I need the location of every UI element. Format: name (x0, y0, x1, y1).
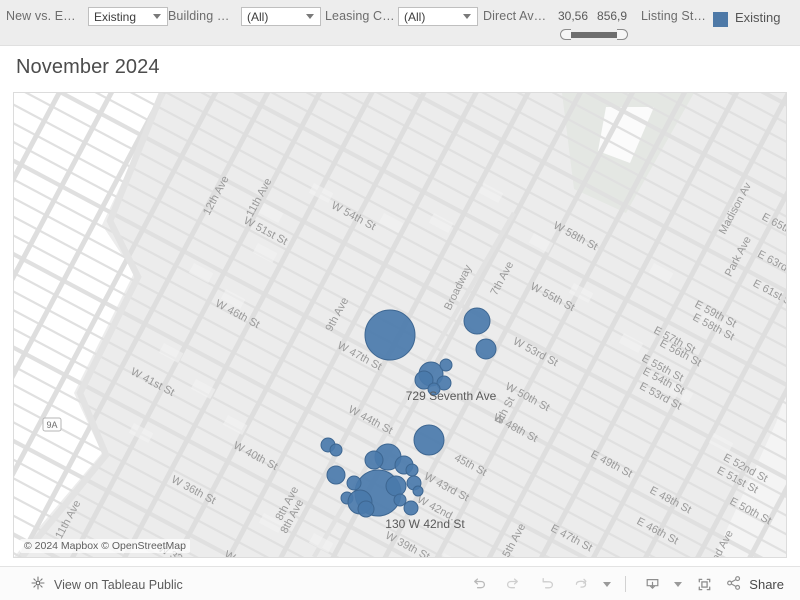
map-mark[interactable] (439, 358, 453, 372)
map-mark[interactable] (364, 309, 416, 361)
direct-available-range-control[interactable]: 30,56 856,9 (558, 0, 644, 46)
map-mark[interactable] (463, 307, 491, 335)
chevron-down-icon (674, 581, 683, 587)
map-mark[interactable] (403, 500, 419, 516)
legend-color-swatch[interactable] (713, 12, 728, 27)
filter-direct-available-label: Direct Av… (483, 9, 547, 23)
filter-building-label: Building … (168, 9, 230, 23)
map-mark[interactable] (346, 475, 362, 491)
chevron-down-icon (306, 14, 314, 19)
chevron-down-icon (603, 581, 612, 587)
direct-available-min: 30,56 (558, 9, 589, 23)
map-mark[interactable] (329, 443, 343, 457)
view-on-tableau-public-link[interactable]: View on Tableau Public (30, 575, 183, 594)
tableau-logo-icon (30, 575, 46, 594)
legend-item-existing[interactable]: Existing (735, 10, 781, 25)
download-dropdown-button[interactable] (669, 567, 687, 600)
tableau-dashboard: New vs. E… Existing Building … (All) Lea… (0, 0, 800, 600)
view-on-tableau-public-label: View on Tableau Public (54, 577, 183, 592)
undo-button[interactable] (462, 567, 496, 600)
fullscreen-icon (698, 578, 711, 590)
filter-leasing-label: Leasing C… (325, 9, 395, 23)
slider-handle-min[interactable] (560, 29, 571, 40)
slider-handle-max[interactable] (617, 29, 628, 40)
filter-new-vs-existing-dropdown[interactable]: Existing (88, 7, 168, 26)
direct-available-max: 856,9 (597, 9, 628, 23)
direct-available-range-values: 30,56 856,9 (558, 9, 627, 23)
mark-label: 729 Seventh Ave (406, 389, 497, 403)
map-mark[interactable] (364, 450, 384, 470)
redo-icon (507, 578, 519, 589)
highway-shield-9a: 9A (42, 417, 62, 432)
filter-leasing-value: (All) (404, 9, 426, 24)
chevron-down-icon (463, 14, 471, 19)
page-title: November 2024 (16, 56, 160, 78)
filter-toolbar: New vs. E… Existing Building … (All) Lea… (0, 0, 800, 46)
map-attribution: © 2024 Mapbox © OpenStreetMap (20, 539, 190, 553)
refresh-dropdown-button[interactable] (598, 567, 616, 600)
redo-button[interactable] (496, 567, 530, 600)
map-canvas[interactable]: 12th Ave 11th Ave W 54th St W 51st St W 58th… (14, 93, 786, 557)
revert-icon (542, 577, 554, 589)
undo-icon (474, 578, 486, 589)
download-button[interactable] (635, 567, 669, 600)
dashboard-title-area: November 2024 (0, 46, 800, 90)
fullscreen-button[interactable] (687, 567, 721, 600)
mark-label: 130 W 42nd St (385, 517, 465, 531)
dashboard-bottom-toolbar: View on Tableau Public Share (0, 566, 800, 600)
svg-text:9A: 9A (46, 420, 57, 430)
filter-leasing-dropdown[interactable]: (All) (398, 7, 478, 26)
filter-new-vs-existing-label: New vs. E… (6, 9, 76, 23)
map-mark[interactable] (393, 493, 407, 507)
share-label: Share (749, 576, 784, 592)
revert-button[interactable] (530, 567, 564, 600)
refresh-button[interactable] (564, 567, 598, 600)
filter-new-vs-existing-value: Existing (94, 9, 137, 24)
map-mark[interactable] (385, 475, 407, 497)
toolbar-divider (625, 576, 627, 592)
map-mark[interactable] (475, 338, 497, 360)
map-mark[interactable] (405, 463, 419, 477)
direct-available-slider[interactable] (560, 29, 628, 40)
map-mark[interactable] (357, 500, 375, 518)
toolbar-actions: Share (462, 567, 790, 600)
filter-building-dropdown[interactable]: (All) (241, 7, 321, 26)
legend-listing-status-label: Listing St… (641, 9, 707, 23)
chevron-down-icon (153, 14, 161, 19)
map-svg: 12th Ave 11th Ave W 54th StW 51st St W 58th… (14, 93, 786, 557)
map-mark[interactable] (326, 465, 346, 485)
download-icon (646, 578, 659, 589)
slider-track (566, 32, 622, 38)
filter-building-value: (All) (247, 9, 269, 24)
map-viewport[interactable]: 12th Ave 11th Ave W 54th St W 51st St W 58th… (13, 92, 787, 558)
refresh-icon (576, 578, 587, 588)
share-button[interactable]: Share (721, 567, 790, 600)
map-mark[interactable] (412, 485, 424, 497)
share-icon (725, 574, 743, 595)
map-mark[interactable] (413, 424, 445, 456)
